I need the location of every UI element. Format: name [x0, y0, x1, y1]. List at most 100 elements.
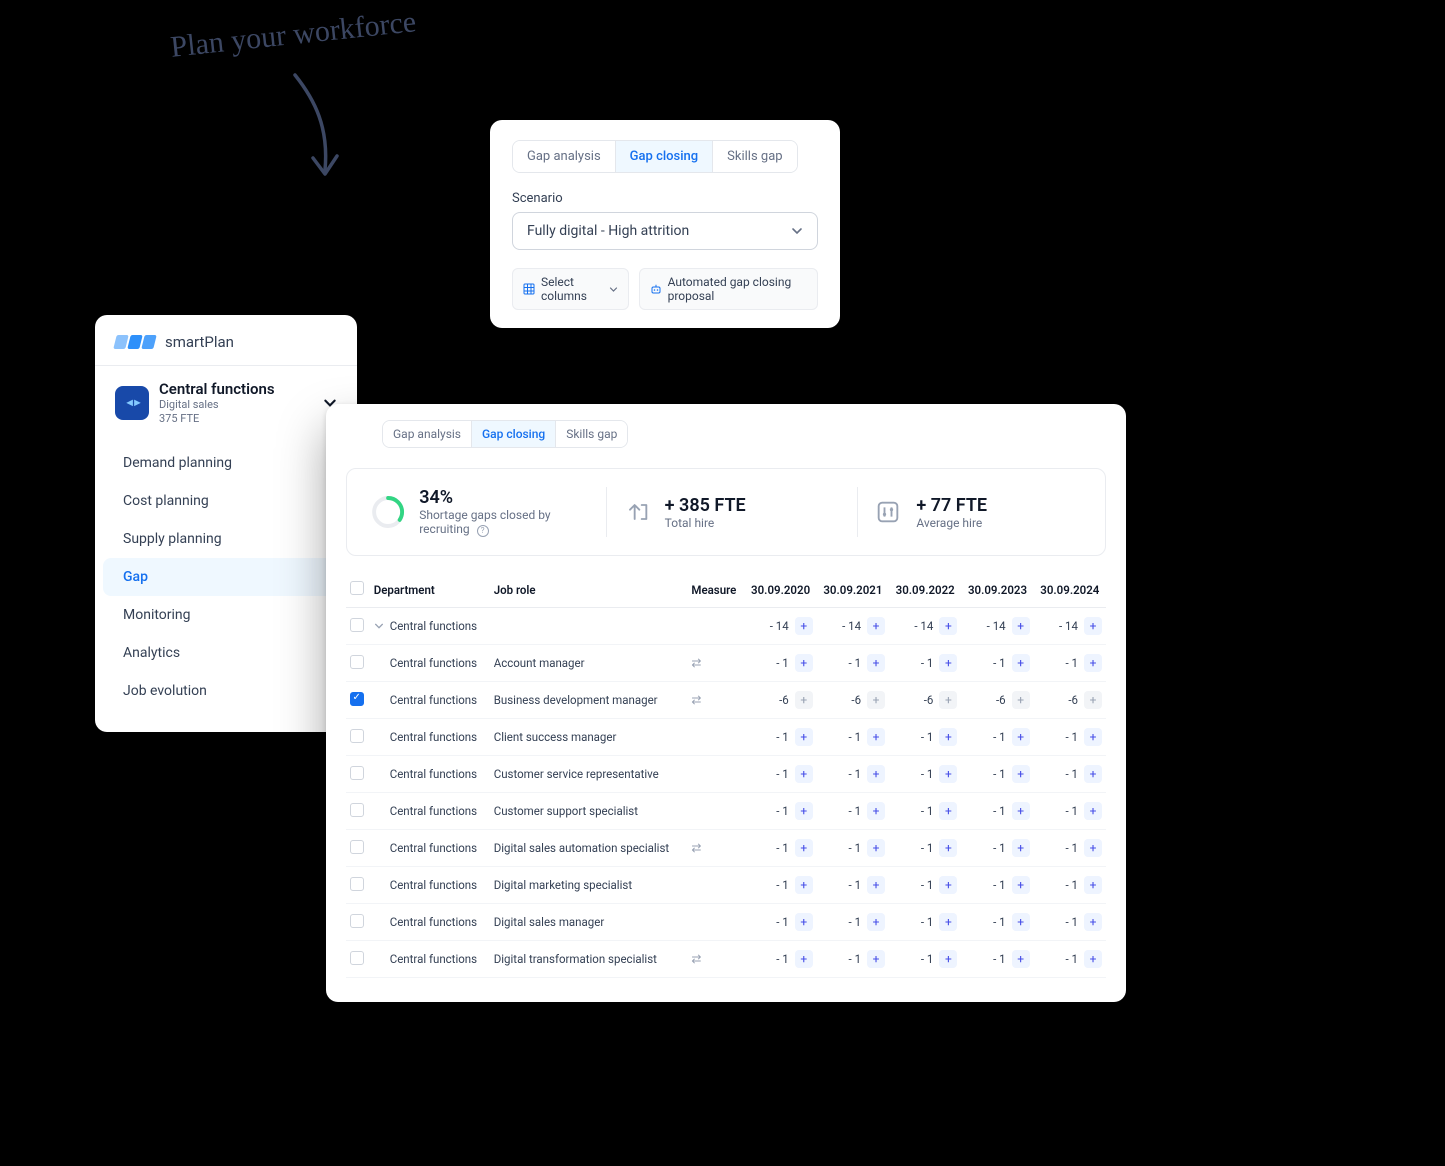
add-button[interactable]: + — [1084, 876, 1102, 894]
info-icon[interactable]: ? — [477, 525, 489, 537]
add-button[interactable]: + — [867, 913, 885, 931]
sidebar-item-demand-planning[interactable]: Demand planning — [103, 444, 349, 482]
cell-measure — [687, 756, 744, 793]
row-checkbox[interactable] — [350, 766, 364, 780]
transfer-icon[interactable]: ⇄ — [691, 693, 701, 707]
sidebar-item-gap[interactable]: Gap — [103, 558, 349, 596]
add-button[interactable]: + — [867, 728, 885, 746]
transfer-icon[interactable]: ⇄ — [691, 656, 701, 670]
add-button[interactable]: + — [867, 839, 885, 857]
add-button[interactable]: + — [867, 691, 885, 709]
transfer-icon[interactable]: ⇄ — [691, 952, 701, 966]
cell-value: -6+ — [817, 682, 889, 719]
add-button[interactable]: + — [1084, 765, 1102, 783]
add-button[interactable]: + — [795, 950, 813, 968]
cell-measure: ⇄ — [687, 830, 744, 867]
cell-value: - 1+ — [961, 867, 1033, 904]
add-button[interactable]: + — [1012, 617, 1030, 635]
add-button[interactable]: + — [939, 913, 957, 931]
add-button[interactable]: + — [795, 691, 813, 709]
add-button[interactable]: + — [1012, 913, 1030, 931]
cell-value: - 1+ — [817, 904, 889, 941]
cell-department: Central functions — [370, 904, 490, 941]
add-button[interactable]: + — [795, 876, 813, 894]
add-button[interactable]: + — [939, 654, 957, 672]
add-button[interactable]: + — [1012, 765, 1030, 783]
add-button[interactable]: + — [1012, 876, 1030, 894]
add-button[interactable]: + — [939, 765, 957, 783]
tab-skills-gap[interactable]: Skills gap — [555, 421, 627, 447]
cell-department: Central functions — [370, 719, 490, 756]
add-button[interactable]: + — [939, 876, 957, 894]
add-button[interactable]: + — [795, 802, 813, 820]
row-checkbox[interactable] — [350, 803, 364, 817]
add-button[interactable]: + — [795, 765, 813, 783]
tab-gap-closing[interactable]: Gap closing — [471, 421, 555, 447]
select-all-checkbox[interactable] — [350, 581, 364, 595]
add-button[interactable]: + — [867, 654, 885, 672]
add-button[interactable]: + — [1084, 839, 1102, 857]
add-button[interactable]: + — [939, 839, 957, 857]
col-date: 30.09.2024 — [1034, 572, 1106, 608]
brand-logo-icon — [115, 335, 155, 349]
sidebar-item-monitoring[interactable]: Monitoring — [103, 596, 349, 634]
add-button[interactable]: + — [1084, 617, 1102, 635]
row-checkbox[interactable] — [350, 729, 364, 743]
add-button[interactable]: + — [939, 950, 957, 968]
row-checkbox[interactable] — [350, 655, 364, 669]
analysis-tabs: Gap analysisGap closingSkills gap — [512, 140, 798, 173]
add-button[interactable]: + — [1084, 654, 1102, 672]
cell-value: - 1+ — [817, 830, 889, 867]
select-columns-button[interactable]: Select columns — [512, 268, 629, 310]
add-button[interactable]: + — [939, 691, 957, 709]
cell-role: Digital marketing specialist — [490, 867, 688, 904]
sidebar-item-job-evolution[interactable]: Job evolution — [103, 672, 349, 710]
add-button[interactable]: + — [867, 876, 885, 894]
add-button[interactable]: + — [795, 839, 813, 857]
row-checkbox[interactable] — [350, 914, 364, 928]
add-button[interactable]: + — [867, 617, 885, 635]
add-button[interactable]: + — [1012, 691, 1030, 709]
add-button[interactable]: + — [939, 728, 957, 746]
add-button[interactable]: + — [867, 765, 885, 783]
tab-gap-closing[interactable]: Gap closing — [615, 141, 713, 172]
add-button[interactable]: + — [1084, 691, 1102, 709]
add-button[interactable]: + — [1084, 802, 1102, 820]
row-checkbox[interactable] — [350, 951, 364, 965]
add-button[interactable]: + — [939, 617, 957, 635]
add-button[interactable]: + — [795, 728, 813, 746]
sidebar-item-analytics[interactable]: Analytics — [103, 634, 349, 672]
add-button[interactable]: + — [939, 802, 957, 820]
add-button[interactable]: + — [1084, 728, 1102, 746]
add-button[interactable]: + — [1012, 654, 1030, 672]
stat-avg-label: Average hire — [916, 516, 987, 530]
automated-proposal-button[interactable]: Automated gap closing proposal — [639, 268, 818, 310]
add-button[interactable]: + — [1012, 802, 1030, 820]
row-checkbox[interactable] — [350, 618, 364, 632]
add-button[interactable]: + — [795, 913, 813, 931]
add-button[interactable]: + — [795, 617, 813, 635]
tab-gap-analysis[interactable]: Gap analysis — [383, 421, 471, 447]
table-row: Central functionsDigital sales automatio… — [346, 830, 1106, 867]
add-button[interactable]: + — [795, 654, 813, 672]
add-button[interactable]: + — [1012, 839, 1030, 857]
add-button[interactable]: + — [867, 950, 885, 968]
sidebar-item-cost-planning[interactable]: Cost planning — [103, 482, 349, 520]
cell-role — [490, 608, 688, 645]
add-button[interactable]: + — [1084, 950, 1102, 968]
transfer-icon[interactable]: ⇄ — [691, 841, 701, 855]
row-checkbox[interactable] — [350, 692, 364, 706]
add-button[interactable]: + — [1084, 913, 1102, 931]
project-selector[interactable]: Central functions Digital sales 375 FTE — [95, 366, 357, 436]
sidebar-item-supply-planning[interactable]: Supply planning — [103, 520, 349, 558]
table-row: Central functionsClient success manager-… — [346, 719, 1106, 756]
scenario-select[interactable]: Fully digital - High attrition — [512, 212, 818, 250]
add-button[interactable]: + — [1012, 950, 1030, 968]
row-checkbox[interactable] — [350, 840, 364, 854]
add-button[interactable]: + — [867, 802, 885, 820]
row-checkbox[interactable] — [350, 877, 364, 891]
tab-skills-gap[interactable]: Skills gap — [712, 141, 796, 172]
tab-gap-analysis[interactable]: Gap analysis — [513, 141, 615, 172]
add-button[interactable]: + — [1012, 728, 1030, 746]
chevron-down-icon[interactable] — [374, 621, 384, 631]
